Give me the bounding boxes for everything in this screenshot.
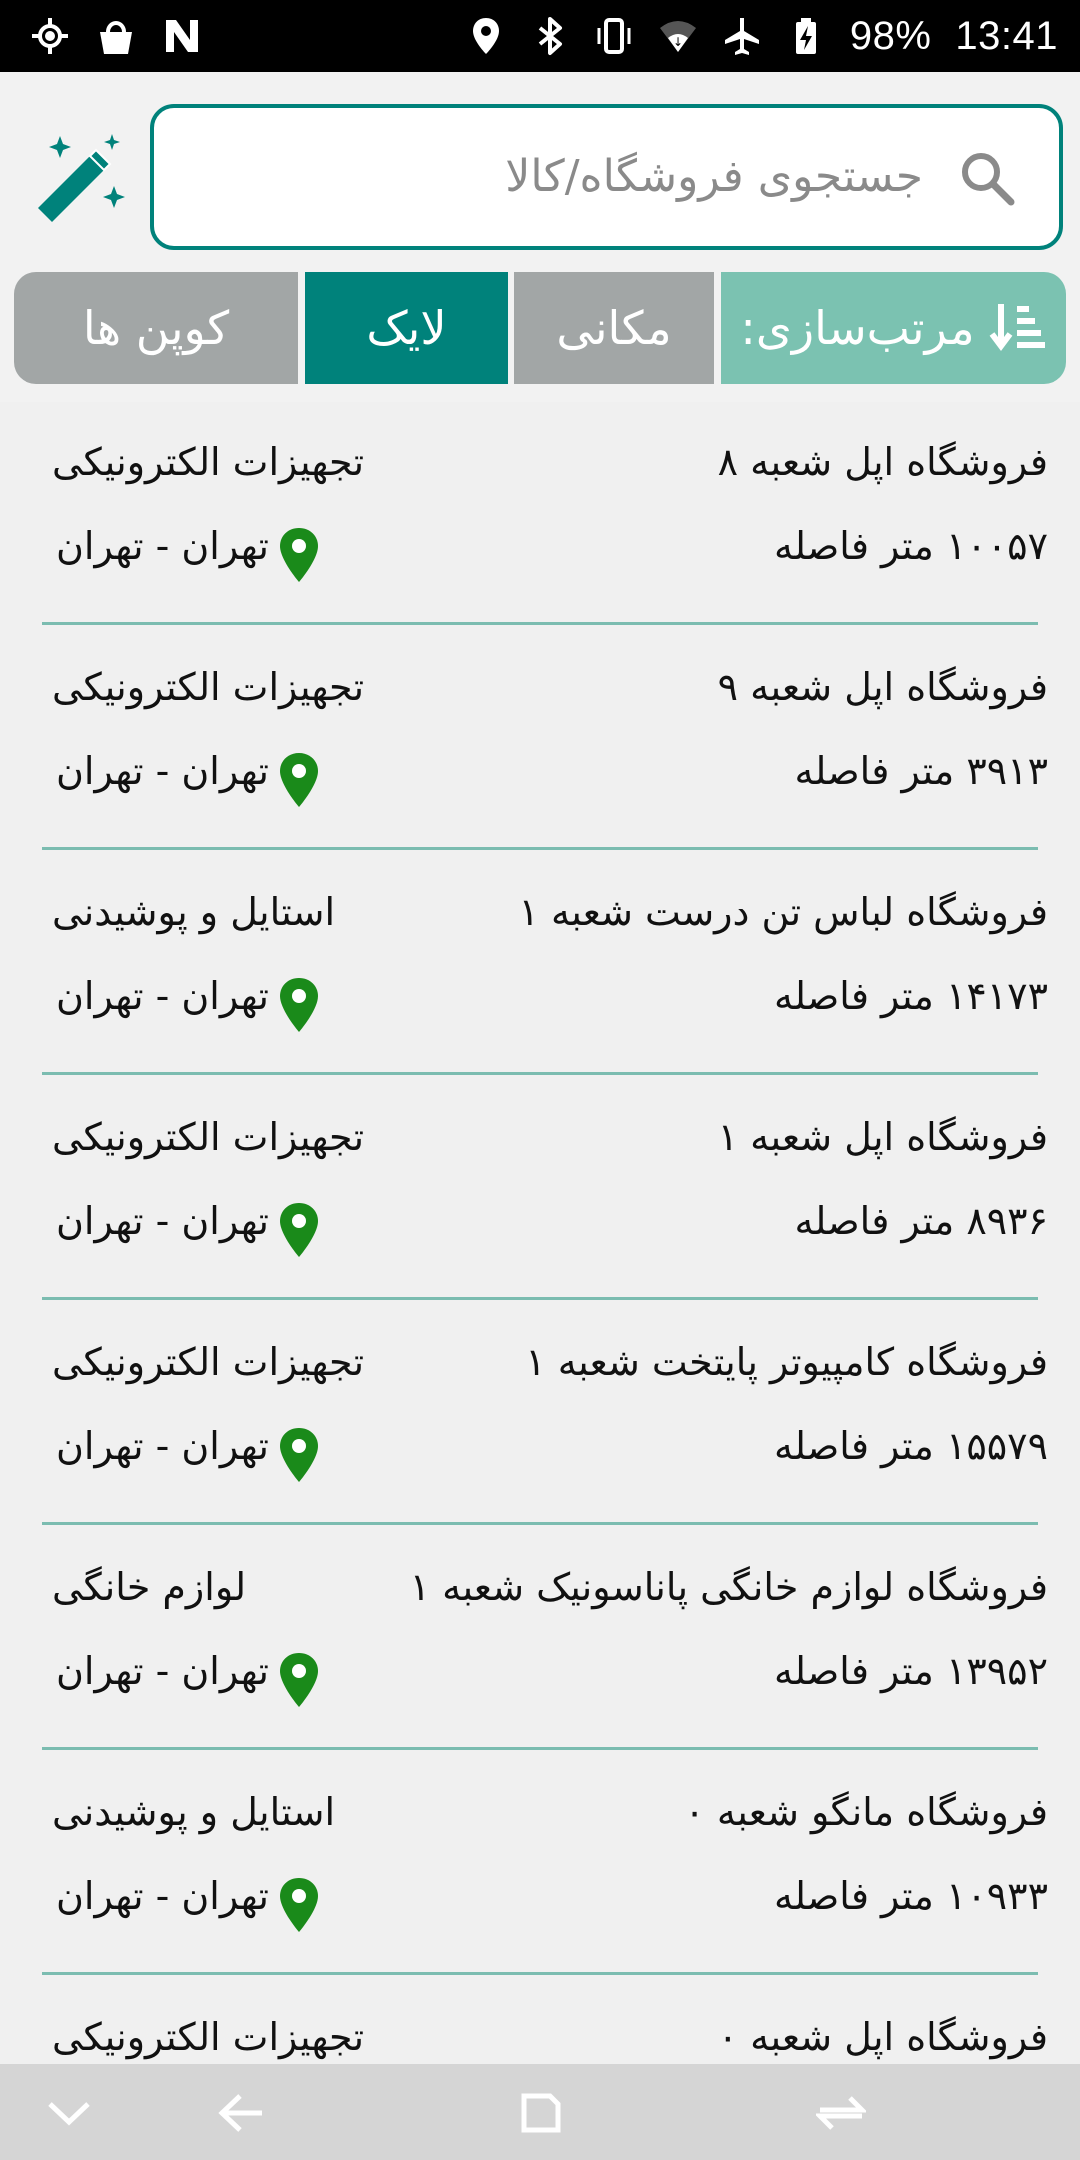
wifi-icon: ↓ [659,21,696,52]
store-category: تجهیزات الکترونیکی [52,1340,365,1384]
map-pin-icon [280,528,318,582]
tab-bar: مرتب‌سازی: مکانی لایک کوپن ها [14,272,1066,384]
divider [42,1972,1038,1975]
divider [42,847,1038,850]
shopping-bag-icon [100,21,132,54]
store-category: تجهیزات الکترونیکی [52,1115,365,1159]
store-distance: ۱۰۹۳۳ متر فاصله [774,1874,1048,1918]
store-category: تجهیزات الکترونیکی [52,440,365,484]
store-category: تجهیزات الکترونیکی [52,2015,365,2059]
sort-icon [989,304,1045,351]
store-category: تجهیزات الکترونیکی [52,665,365,709]
store-distance: ۱۵۵۷۹ متر فاصله [774,1424,1048,1468]
tab-coupons[interactable]: کوپن ها [14,272,298,384]
home-square-icon[interactable] [516,2088,566,2138]
status-right: ↓ 98% 13:41 [466,14,1058,59]
list-item[interactable]: فروشگاه لباس تن درست شعبه ۱ استایل و پوش… [0,854,1080,1079]
list-item[interactable]: فروشگاه اپل شعبه ۸ تجهیزات الکترونیکی ۱۰… [0,404,1080,629]
list-item[interactable]: فروشگاه اپل شعبه ۱ تجهیزات الکترونیکی ۸۹… [0,1079,1080,1304]
store-name: فروشگاه اپل شعبه ۰ [717,2015,1048,2059]
tab-coupons-label: کوپن ها [82,301,230,355]
store-name: فروشگاه کامپیوتر پایتخت شعبه ۱ [525,1340,1048,1384]
store-name: فروشگاه اپل شعبه ۱ [717,1115,1048,1159]
tab-location-label: مکانی [556,301,672,355]
store-category: استایل و پوشیدنی [52,1790,336,1834]
store-location: تهران - تهران [56,1649,269,1693]
store-name: فروشگاه مانگو شعبه ۰ [684,1790,1048,1834]
map-pin-icon [280,1428,318,1482]
chevron-down-icon[interactable] [44,2088,94,2138]
location-icon [472,18,499,54]
store-distance: ۱۳۹۵۲ متر فاصله [774,1649,1048,1693]
store-list[interactable]: فروشگاه اپل شعبه ۸ تجهیزات الکترونیکی ۱۰… [0,404,1080,2064]
bluetooth-icon [538,17,562,55]
search-box[interactable] [150,104,1063,250]
map-pin-icon [280,753,318,807]
map-pin-icon [280,978,318,1032]
status-left [30,16,202,56]
clock: 13:41 [955,13,1058,58]
store-location: تهران - تهران [56,974,269,1018]
back-icon[interactable] [216,2088,266,2138]
store-name: فروشگاه اپل شعبه ۹ [717,665,1048,709]
n-logo-icon [166,20,198,52]
search-input[interactable] [223,136,923,216]
store-location: تهران - تهران [56,1424,269,1468]
map-pin-icon [280,1878,318,1932]
list-item[interactable]: فروشگاه کامپیوتر پایتخت شعبه ۱ تجهیزات ا… [0,1304,1080,1529]
divider [42,1072,1038,1075]
map-pin-icon [280,1203,318,1257]
store-name: فروشگاه لباس تن درست شعبه ۱ [518,890,1048,934]
list-item[interactable]: فروشگاه لوازم خانگی پاناسونیک شعبه ۱ لوا… [0,1529,1080,1754]
list-item[interactable]: فروشگاه اپل شعبه ۹ تجهیزات الکترونیکی ۳۹… [0,629,1080,854]
sort-label-text: مرتب‌سازی: [740,301,975,355]
store-location: تهران - تهران [56,1199,269,1243]
divider [42,1522,1038,1525]
battery-charging-icon [795,18,816,54]
search-icon[interactable] [957,148,1017,208]
store-distance: ۳۹۱۳ متر فاصله [794,749,1048,793]
divider [42,1747,1038,1750]
store-location: تهران - تهران [56,524,269,568]
store-distance: ۱۰۰۵۷ متر فاصله [774,524,1048,568]
store-name: فروشگاه اپل شعبه ۸ [717,440,1048,484]
vibrate-icon [597,18,631,54]
recent-apps-icon[interactable] [816,2088,866,2138]
gps-icon [32,18,68,54]
navigation-bar [0,2064,1080,2160]
status-bar: ↓ 98% 13:41 [0,0,1080,72]
store-category: لوازم خانگی [52,1565,247,1609]
store-location: تهران - تهران [56,749,269,793]
sort-label[interactable]: مرتب‌سازی: [721,272,1066,384]
svg-text:↓: ↓ [673,35,683,49]
store-distance: ۱۴۱۷۳ متر فاصله [774,974,1048,1018]
tab-like-label: لایک [366,301,447,355]
tab-location[interactable]: مکانی [514,272,714,384]
map-pin-icon [280,1653,318,1707]
list-item[interactable]: فروشگاه اپل شعبه ۰ تجهیزات الکترونیکی [0,1979,1080,2064]
magic-wand-icon[interactable] [30,130,130,230]
divider [42,622,1038,625]
battery-percentage: 98% [849,13,932,58]
list-item[interactable]: فروشگاه مانگو شعبه ۰ استایل و پوشیدنی ۱۰… [0,1754,1080,1979]
store-category: استایل و پوشیدنی [52,890,336,934]
divider [42,1297,1038,1300]
tab-like[interactable]: لایک [305,272,508,384]
store-distance: ۸۹۳۶ متر فاصله [794,1199,1048,1243]
header: مرتب‌سازی: مکانی لایک کوپن ها [0,72,1080,402]
store-name: فروشگاه لوازم خانگی پاناسونیک شعبه ۱ [409,1565,1048,1609]
store-location: تهران - تهران [56,1874,269,1918]
airplane-mode-icon [724,18,759,55]
